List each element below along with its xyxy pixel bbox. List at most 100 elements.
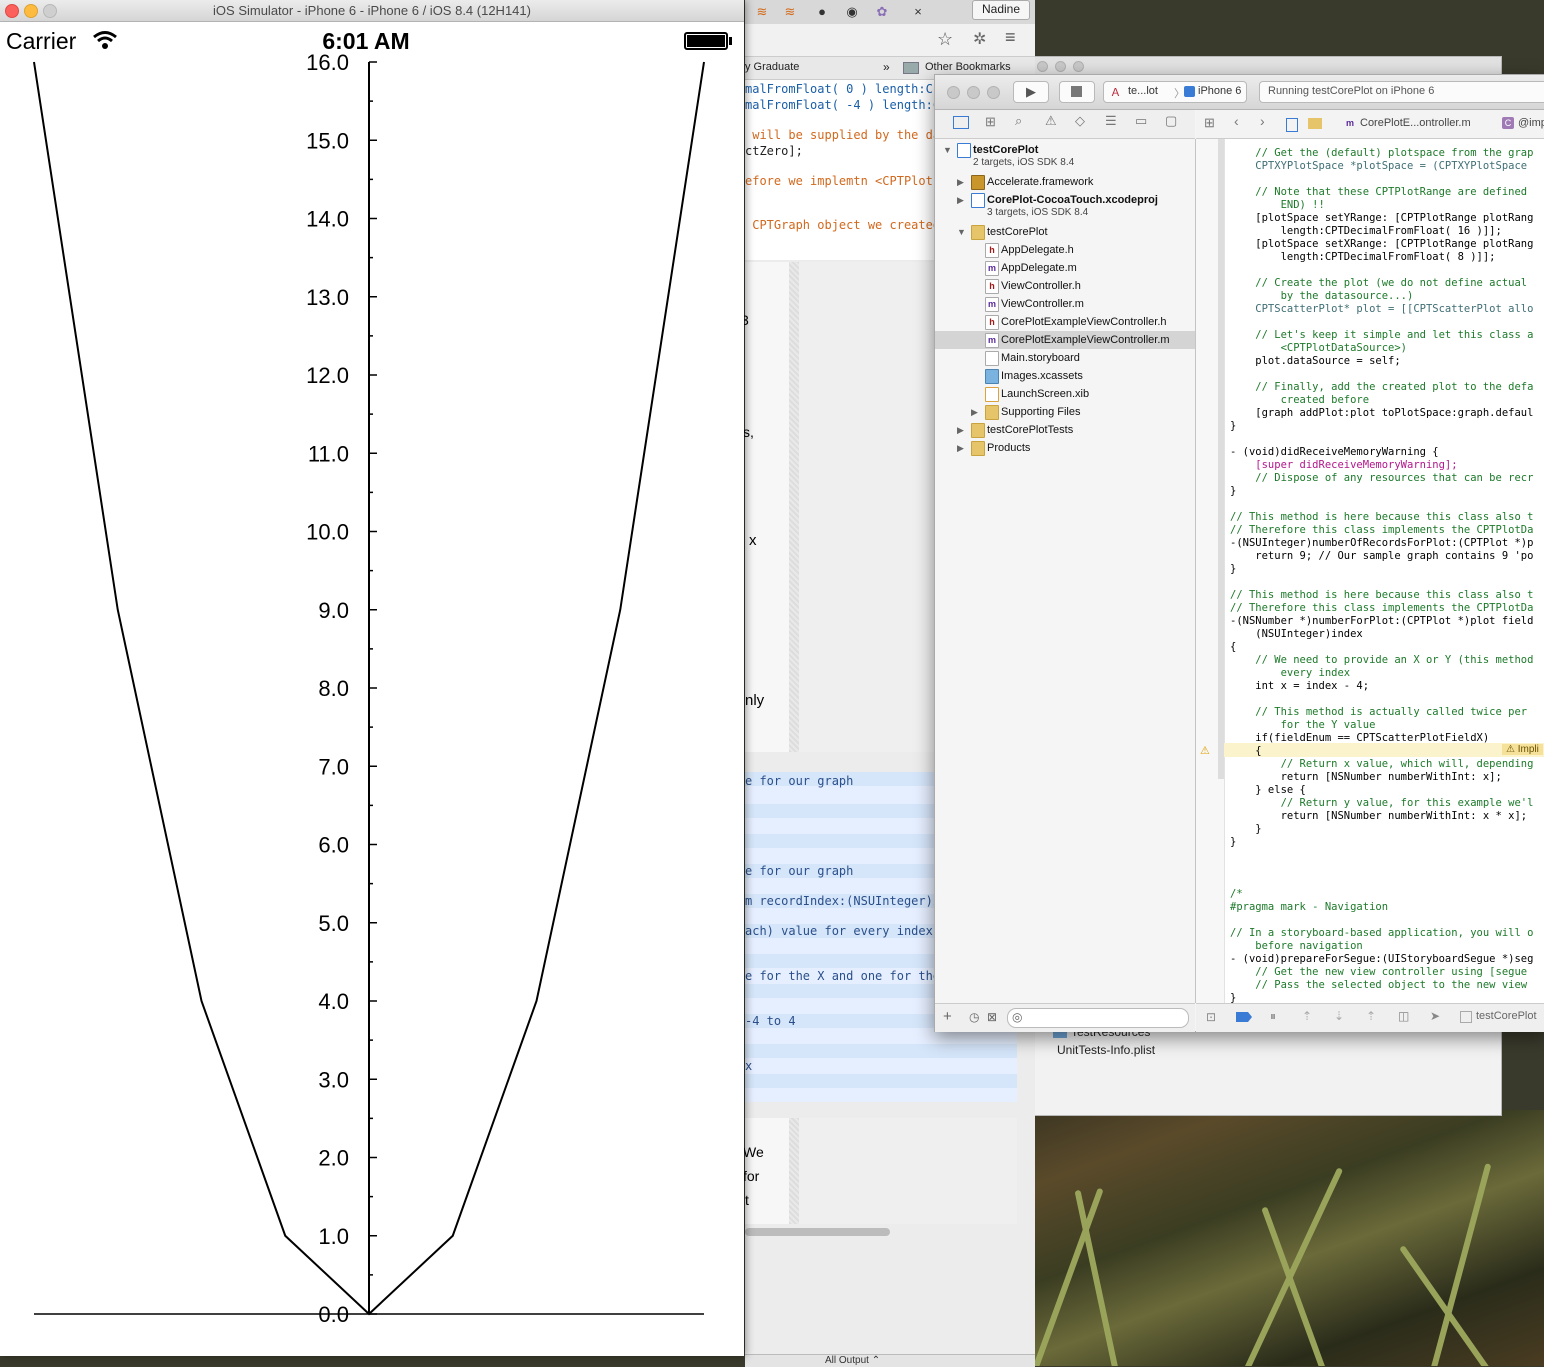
scheme-selector[interactable]: Ａ te...lot 〉 iPhone 6 — [1103, 81, 1247, 103]
warning-badge-text: Impli — [1518, 744, 1539, 755]
code-line: efore we implemtn <CPTPlot — [745, 174, 933, 188]
code-line: - (void)didReceiveMemoryWarning { — [1230, 446, 1439, 459]
report-icon[interactable]: ▢ — [1165, 113, 1177, 129]
navigator-item[interactable]: Main.storyboard — [935, 349, 1195, 367]
navigator-item[interactable]: LaunchScreen.xib — [935, 385, 1195, 403]
stackoverflow-icon[interactable]: ≋ — [781, 4, 799, 20]
navigator-item[interactable]: mCorePlotExampleViewController.m — [935, 331, 1195, 349]
navigator-item[interactable]: mViewController.m — [935, 295, 1195, 313]
symbol-navigator-icon[interactable]: ⊞ — [985, 114, 996, 130]
menu-icon[interactable]: ≡ — [1005, 27, 1016, 48]
horizontal-scrollbar[interactable] — [745, 1228, 890, 1236]
step-out-icon[interactable]: ⇡ — [1366, 1009, 1376, 1023]
navigator-item-label: ViewController.m — [1001, 295, 1084, 313]
navigator-item[interactable]: ▼testCorePlot2 targets, iOS SDK 8.4 — [935, 141, 1195, 173]
jump-symbol[interactable]: @imp — [1518, 117, 1544, 129]
step-in-icon[interactable]: ⇣ — [1334, 1009, 1344, 1023]
navigator-item-label: CorePlotExampleViewController.m — [1001, 331, 1170, 349]
issue-icon[interactable]: ⚠ — [1045, 113, 1057, 129]
navigator-item[interactable]: ▶testCorePlotTests — [935, 421, 1195, 439]
jump-file[interactable]: CorePlotE...ontroller.m — [1360, 117, 1471, 129]
minimize-icon[interactable] — [1055, 61, 1066, 72]
disclosure-collapsed-icon[interactable]: ▶ — [971, 403, 978, 421]
zoom-icon[interactable] — [1073, 61, 1084, 72]
disclosure-expanded-icon[interactable]: ▼ — [943, 141, 952, 159]
navigator-item[interactable]: ▼ testCorePlot — [935, 223, 1195, 241]
navigator-item[interactable]: ▶Supporting Files — [935, 403, 1195, 421]
code-line: // Note that these CPTPlotRange are defi… — [1230, 186, 1527, 199]
disclosure-expanded-icon[interactable]: ▼ — [957, 223, 966, 241]
disclosure-collapsed-icon[interactable]: ▶ — [957, 173, 964, 191]
recent-icon[interactable]: ◷ — [969, 1010, 979, 1024]
y-tick-label: 1.0 — [318, 1224, 349, 1249]
project-navigator-icon[interactable] — [953, 116, 969, 129]
breakpoint-icon[interactable]: ▭ — [1135, 113, 1147, 129]
source-editor[interactable]: ⚠ // Get the (default) plotspace from th… — [1196, 139, 1544, 1003]
forward-icon[interactable]: › — [1260, 113, 1265, 129]
filter-input[interactable]: ◎ — [1007, 1008, 1189, 1028]
profile-button[interactable]: Nadine — [972, 0, 1030, 20]
reload-icon[interactable]: ◉ — [843, 4, 861, 20]
related-items-icon[interactable]: ⊞ — [1204, 115, 1215, 131]
zoom-icon[interactable] — [987, 86, 1000, 99]
debug-icon[interactable]: ☰ — [1105, 113, 1117, 129]
code-line: malFromFloat( -4 ) length:C — [745, 98, 940, 112]
navigator-filter-bar: + ◷ ⊠ ◎ — [935, 1003, 1195, 1032]
navigator-item[interactable]: ▶CorePlot-CocoaTouch.xcodeproj3 targets,… — [935, 191, 1195, 223]
disclosure-collapsed-icon[interactable]: ▶ — [957, 191, 964, 209]
breakpoints-icon[interactable] — [1236, 1012, 1252, 1022]
navigator-item[interactable]: hAppDelegate.h — [935, 241, 1195, 259]
bug-icon[interactable]: ✲ — [973, 29, 986, 49]
code-line: // Pass the selected object to the new v… — [1230, 979, 1527, 992]
fern-leaf — [1426, 1163, 1491, 1366]
navigator-item-label: testCorePlot — [987, 223, 1048, 241]
code-line: } — [1230, 992, 1236, 1003]
github-icon[interactable]: ● — [813, 4, 831, 20]
pause-icon[interactable]: ⏸ — [1270, 1009, 1276, 1024]
editor-gutter: ⚠ — [1196, 139, 1225, 1003]
output-filter[interactable]: All Output ⌃ — [825, 1355, 880, 1366]
navigator-item[interactable]: hCorePlotExampleViewController.h — [935, 313, 1195, 331]
close-icon[interactable] — [947, 86, 960, 99]
code-line: // This method is actually called twice … — [1230, 706, 1527, 719]
stop-button[interactable] — [1059, 81, 1095, 103]
hide-debug-icon[interactable]: ⊡ — [1206, 1010, 1216, 1024]
list-item[interactable]: UnitTests-Info.plist — [1057, 1043, 1155, 1057]
view-debug-icon[interactable]: ◫ — [1398, 1009, 1409, 1023]
warning-badge[interactable]: ⚠ Impli — [1502, 744, 1543, 755]
navigator-item-label: Images.xcassets — [1001, 367, 1083, 385]
back-icon[interactable]: ‹ — [1234, 113, 1239, 129]
source-file-icon: m — [985, 297, 999, 312]
navigator-item[interactable]: Images.xcassets — [935, 367, 1195, 385]
star-icon[interactable]: ☆ — [937, 29, 953, 50]
disclosure-collapsed-icon[interactable]: ▶ — [957, 421, 964, 439]
add-icon[interactable]: + — [943, 1008, 952, 1025]
disclosure-collapsed-icon[interactable]: ▶ — [957, 439, 964, 457]
y-tick-label: 14.0 — [306, 207, 349, 232]
navigator-item[interactable]: ▶Accelerate.framework — [935, 173, 1195, 191]
code-line: m recordIndex:(NSUInteger)i — [745, 894, 940, 908]
close-tab-icon[interactable]: × — [909, 4, 927, 20]
fern-leaf — [1261, 1206, 1332, 1366]
bookmark-item[interactable]: y Graduate — [745, 61, 799, 73]
navigator-item[interactable]: hViewController.h — [935, 277, 1195, 295]
stackoverflow-icon[interactable]: ≋ — [753, 4, 771, 20]
filter-icon: ◎ — [1012, 1010, 1022, 1024]
bookmarks-overflow-button[interactable]: » — [883, 60, 890, 74]
warning-icon[interactable]: ⚠ — [1200, 744, 1210, 757]
text-fragment: s, — [743, 424, 754, 440]
close-icon[interactable] — [1037, 61, 1048, 72]
navigator-item[interactable]: ▶ Products — [935, 439, 1195, 457]
minimize-icon[interactable] — [967, 86, 980, 99]
search-icon[interactable]: ⌕ — [1015, 113, 1022, 129]
extension-icon[interactable]: ✿ — [873, 4, 891, 20]
run-button[interactable]: ▶ — [1013, 81, 1049, 103]
scm-icon[interactable]: ⊠ — [987, 1010, 997, 1024]
navigator-item[interactable]: mAppDelegate.m — [935, 259, 1195, 277]
step-over-icon[interactable]: ⇡ — [1302, 1009, 1312, 1023]
test-icon[interactable]: ◇ — [1075, 113, 1085, 129]
other-bookmarks[interactable]: Other Bookmarks — [925, 61, 1011, 73]
code-line: } else { — [1230, 784, 1306, 797]
location-icon[interactable]: ➤ — [1430, 1009, 1440, 1023]
navigator-item-label: Products — [987, 439, 1030, 457]
